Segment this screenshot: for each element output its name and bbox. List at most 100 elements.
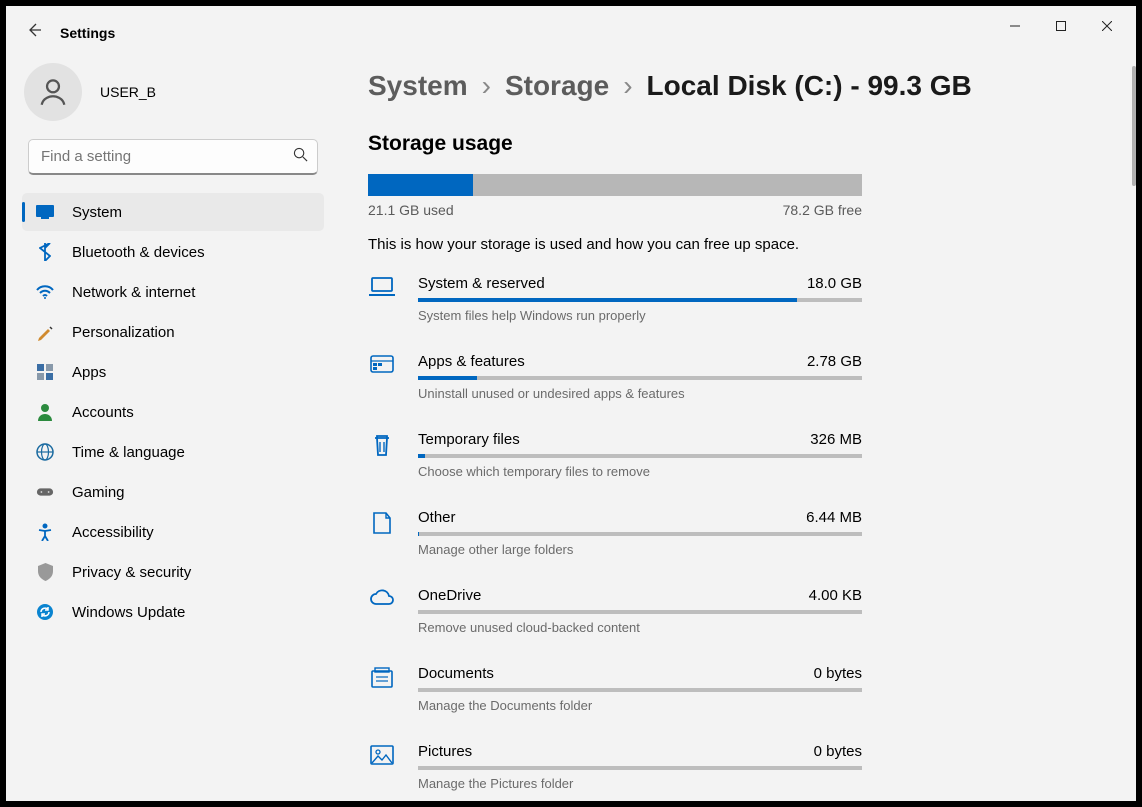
brush-icon bbox=[36, 323, 54, 341]
category-title: OneDrive bbox=[418, 587, 481, 604]
overall-usage-bar bbox=[368, 174, 862, 196]
used-label: 21.1 GB used bbox=[368, 202, 454, 218]
sidebar-item-label: Personalization bbox=[72, 324, 175, 341]
storage-category-other[interactable]: Other 6.44 MB Manage other large folders bbox=[368, 509, 862, 557]
sidebar-item-system[interactable]: System bbox=[22, 193, 324, 231]
overall-usage-fill bbox=[368, 174, 473, 196]
trash-icon bbox=[368, 433, 396, 479]
sidebar-item-accessibility[interactable]: Accessibility bbox=[22, 513, 324, 551]
sidebar-item-label: System bbox=[72, 204, 122, 221]
sidebar-item-windows-update[interactable]: Windows Update bbox=[22, 593, 324, 631]
shield-icon bbox=[36, 563, 54, 581]
category-size: 2.78 GB bbox=[807, 353, 862, 370]
sidebar-item-label: Time & language bbox=[72, 444, 185, 461]
category-subtitle: Remove unused cloud-backed content bbox=[418, 620, 862, 635]
sidebar-item-personalization[interactable]: Personalization bbox=[22, 313, 324, 351]
category-bar bbox=[418, 454, 862, 458]
app-title: Settings bbox=[60, 25, 115, 41]
category-title: Other bbox=[418, 509, 456, 526]
chevron-right-icon: › bbox=[482, 70, 491, 102]
sidebar-item-gaming[interactable]: Gaming bbox=[22, 473, 324, 511]
category-bar bbox=[418, 688, 862, 692]
sidebar-item-network-internet[interactable]: Network & internet bbox=[22, 273, 324, 311]
sidebar-item-label: Privacy & security bbox=[72, 564, 191, 581]
accessibility-icon bbox=[36, 523, 54, 541]
apps2-icon bbox=[368, 355, 396, 401]
category-bar bbox=[418, 532, 862, 536]
sidebar-item-apps[interactable]: Apps bbox=[22, 353, 324, 391]
settings-window: Settings USER_B System Bluetooth & device… bbox=[6, 6, 1136, 801]
category-title: Pictures bbox=[418, 743, 472, 760]
category-fill bbox=[418, 454, 425, 458]
category-bar bbox=[418, 298, 862, 302]
category-bar bbox=[418, 766, 862, 770]
category-size: 326 MB bbox=[810, 431, 862, 448]
back-button[interactable] bbox=[26, 22, 42, 43]
maximize-button[interactable] bbox=[1038, 10, 1084, 42]
category-fill bbox=[418, 298, 797, 302]
sidebar-item-label: Gaming bbox=[72, 484, 125, 501]
sidebar-item-accounts[interactable]: Accounts bbox=[22, 393, 324, 431]
minimize-button[interactable] bbox=[992, 10, 1038, 42]
pictures-icon bbox=[368, 745, 396, 791]
breadcrumb-system[interactable]: System bbox=[368, 70, 468, 102]
category-title: System & reserved bbox=[418, 275, 545, 292]
close-button[interactable] bbox=[1084, 10, 1130, 42]
category-subtitle: Choose which temporary files to remove bbox=[418, 464, 862, 479]
other-icon bbox=[368, 511, 396, 557]
sidebar-item-label: Accounts bbox=[72, 404, 134, 421]
section-heading: Storage usage bbox=[368, 132, 1116, 156]
account-icon bbox=[36, 403, 54, 421]
sidebar-item-label: Network & internet bbox=[72, 284, 195, 301]
category-subtitle: Uninstall unused or undesired apps & fea… bbox=[418, 386, 862, 401]
category-title: Documents bbox=[418, 665, 494, 682]
category-size: 0 bytes bbox=[814, 743, 862, 760]
category-size: 6.44 MB bbox=[806, 509, 862, 526]
storage-category-system-reserved[interactable]: System & reserved 18.0 GB System files h… bbox=[368, 275, 862, 323]
scrollbar[interactable] bbox=[1132, 66, 1136, 186]
breadcrumb: System › Storage › Local Disk (C:) - 99.… bbox=[368, 70, 1116, 102]
breadcrumb-storage[interactable]: Storage bbox=[505, 70, 609, 102]
laptop-icon bbox=[368, 277, 396, 323]
free-label: 78.2 GB free bbox=[783, 202, 862, 218]
category-size: 18.0 GB bbox=[807, 275, 862, 292]
gaming-icon bbox=[36, 483, 54, 501]
user-block[interactable]: USER_B bbox=[18, 53, 328, 139]
category-subtitle: Manage other large folders bbox=[418, 542, 862, 557]
category-subtitle: Manage the Documents folder bbox=[418, 698, 862, 713]
search-input[interactable] bbox=[28, 139, 318, 175]
chevron-right-icon: › bbox=[623, 70, 632, 102]
storage-category-temporary-files[interactable]: Temporary files 326 MB Choose which temp… bbox=[368, 431, 862, 479]
apps-icon bbox=[36, 363, 54, 381]
documents-icon bbox=[368, 667, 396, 713]
sidebar-item-label: Bluetooth & devices bbox=[72, 244, 205, 261]
user-name: USER_B bbox=[92, 80, 206, 104]
wifi-icon bbox=[36, 283, 54, 301]
storage-category-onedrive[interactable]: OneDrive 4.00 KB Remove unused cloud-bac… bbox=[368, 587, 862, 635]
storage-category-documents[interactable]: Documents 0 bytes Manage the Documents f… bbox=[368, 665, 862, 713]
sidebar-item-label: Apps bbox=[72, 364, 106, 381]
sidebar-item-label: Windows Update bbox=[72, 604, 185, 621]
category-size: 4.00 KB bbox=[809, 587, 862, 604]
storage-category-apps-features[interactable]: Apps & features 2.78 GB Uninstall unused… bbox=[368, 353, 862, 401]
bluetooth-icon bbox=[36, 243, 54, 261]
titlebar bbox=[986, 6, 1136, 46]
sidebar-item-label: Accessibility bbox=[72, 524, 154, 541]
sidebar-item-bluetooth-devices[interactable]: Bluetooth & devices bbox=[22, 233, 324, 271]
category-title: Apps & features bbox=[418, 353, 525, 370]
breadcrumb-current: Local Disk (C:) - 99.3 GB bbox=[647, 70, 972, 102]
sidebar: Settings USER_B System Bluetooth & device… bbox=[6, 6, 332, 801]
storage-category-pictures[interactable]: Pictures 0 bytes Manage the Pictures fol… bbox=[368, 743, 862, 791]
category-subtitle: System files help Windows run properly bbox=[418, 308, 862, 323]
globe-icon bbox=[36, 443, 54, 461]
category-bar bbox=[418, 376, 862, 380]
category-title: Temporary files bbox=[418, 431, 520, 448]
category-bar bbox=[418, 610, 862, 614]
category-subtitle: Manage the Pictures folder bbox=[418, 776, 862, 791]
main-content: System › Storage › Local Disk (C:) - 99.… bbox=[332, 6, 1136, 801]
update-icon bbox=[36, 603, 54, 621]
avatar bbox=[24, 63, 82, 121]
sidebar-item-time-language[interactable]: Time & language bbox=[22, 433, 324, 471]
category-size: 0 bytes bbox=[814, 665, 862, 682]
sidebar-item-privacy-security[interactable]: Privacy & security bbox=[22, 553, 324, 591]
